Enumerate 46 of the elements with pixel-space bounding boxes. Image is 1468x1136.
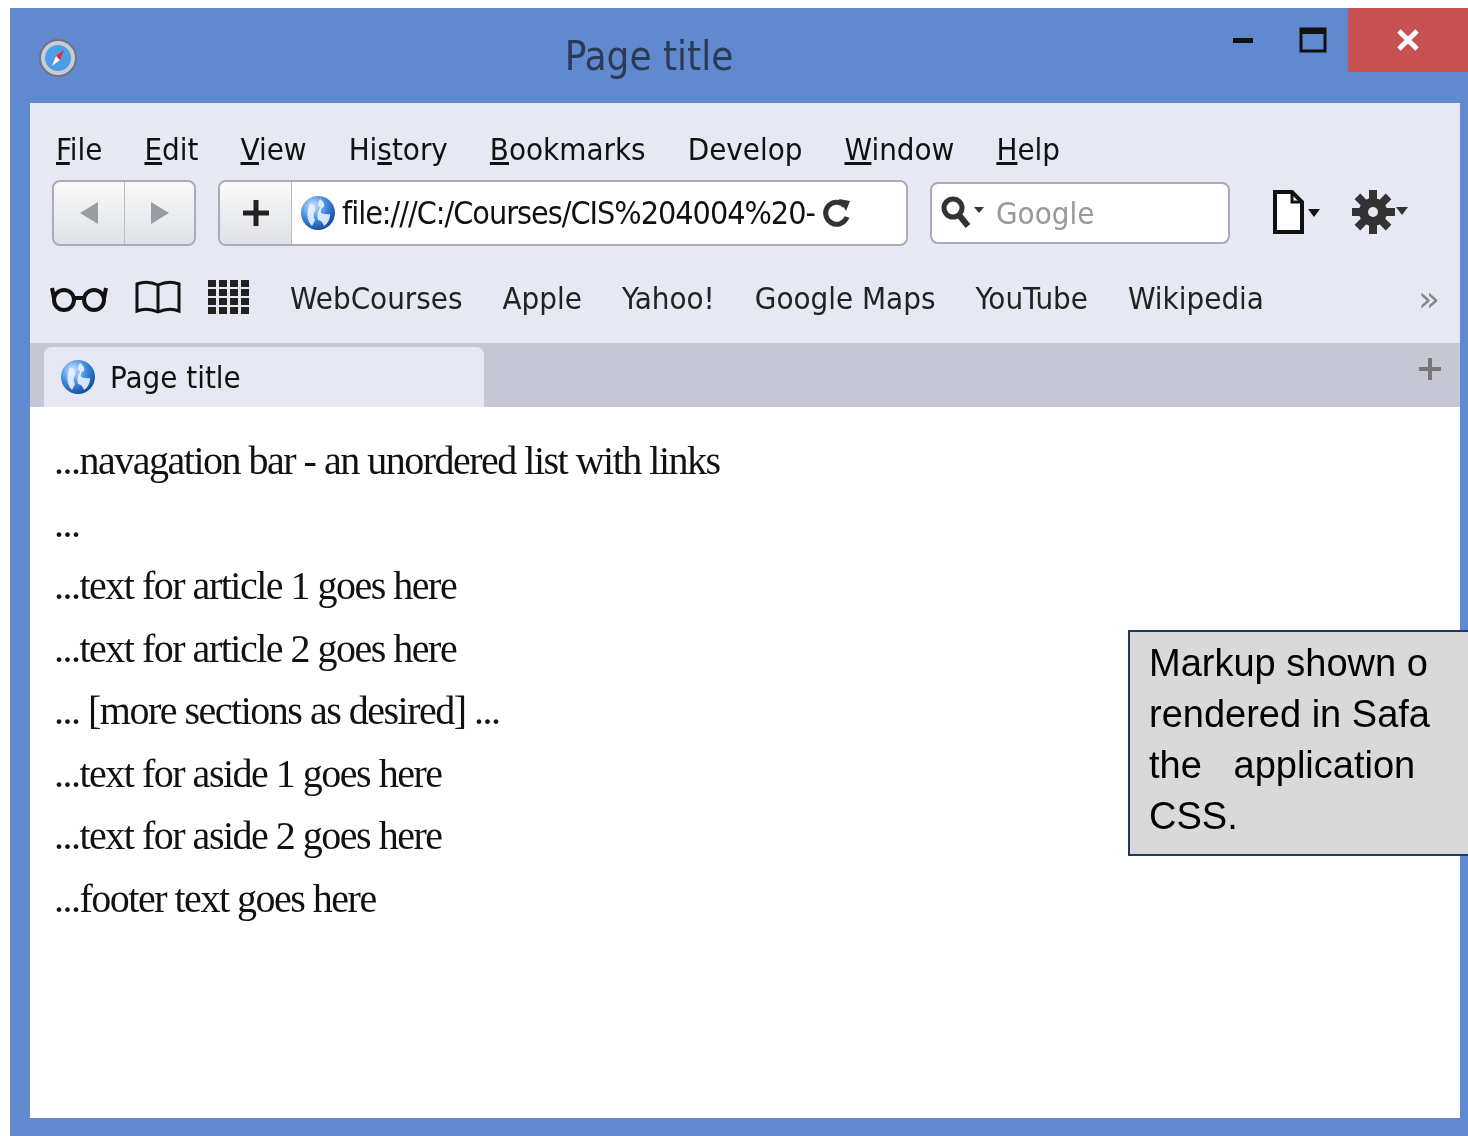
page-text: ...text for article 1 goes here <box>54 562 457 609</box>
bookmark-link[interactable]: WebCourses <box>290 280 463 316</box>
callout-note: Markup shown o rendered in Safa the application CSS. <box>1128 630 1468 856</box>
menu-item[interactable]: Develop <box>687 125 803 173</box>
minimize-icon <box>1232 36 1254 44</box>
page-icon <box>1272 188 1322 235</box>
menu-item[interactable]: File <box>56 125 103 173</box>
grid-icon <box>208 279 250 314</box>
close-icon <box>1396 28 1420 52</box>
settings-icon <box>1352 188 1410 235</box>
menu-item[interactable]: Edit <box>144 125 199 173</box>
top-sites-button[interactable] <box>208 279 250 317</box>
bookmark-link[interactable]: YouTube <box>975 280 1088 316</box>
window-title: Page title <box>563 32 734 79</box>
menu-item[interactable]: History <box>348 125 448 173</box>
address-bar[interactable]: file:///C:/Courses/CIS%204004%20- <box>218 180 908 246</box>
page-text: ...navagation bar - an unordered list with links <box>54 437 720 484</box>
page-text: ...text for aside 2 goes here <box>54 812 442 859</box>
close-button[interactable] <box>1348 8 1468 72</box>
browser-tab[interactable]: Page title <box>44 347 484 407</box>
page-text: ... [more sections as desired] ... <box>54 687 500 734</box>
page-text: ...footer text goes here <box>54 874 376 922</box>
search-field[interactable]: Google <box>930 182 1230 244</box>
book-icon <box>134 278 182 315</box>
menu-item[interactable]: Window <box>844 125 955 173</box>
maximize-icon <box>1299 27 1327 53</box>
globe-icon <box>300 195 336 231</box>
menu-item[interactable]: Bookmarks <box>489 125 646 173</box>
plus-icon <box>240 198 271 228</box>
bookmark-link[interactable]: Google Maps <box>754 280 936 316</box>
page-text: ...text for article 2 goes here <box>54 624 457 672</box>
compass-icon[interactable] <box>38 38 78 78</box>
page-text: ...text for aside 1 goes here <box>54 749 442 797</box>
page-text: ... <box>54 499 80 547</box>
globe-icon <box>60 359 96 395</box>
menu-item[interactable]: Help <box>996 125 1060 173</box>
bookmark-link[interactable]: Wikipedia <box>1127 280 1264 316</box>
address-text: file:///C:/Courses/CIS%204004%20- <box>342 194 815 232</box>
back-icon <box>78 200 100 226</box>
add-bookmark-button[interactable] <box>220 182 292 244</box>
bookmark-link[interactable]: Apple <box>502 280 582 316</box>
reload-icon[interactable] <box>820 197 851 229</box>
plus-icon <box>1418 357 1442 381</box>
forward-icon <box>148 200 171 226</box>
menu-item[interactable]: View <box>240 125 307 173</box>
bookmark-link[interactable]: Yahoo! <box>621 280 715 316</box>
